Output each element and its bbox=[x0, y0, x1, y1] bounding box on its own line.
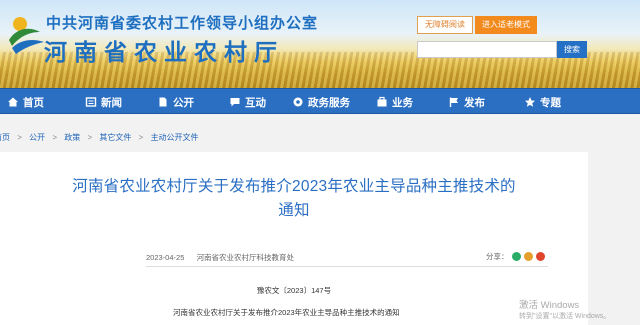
nav-label: 新闻 bbox=[101, 96, 122, 109]
nav-label: 首页 bbox=[23, 96, 44, 109]
publish-date: 2023-04-25 bbox=[146, 253, 185, 262]
article-title-line: 通知 bbox=[278, 202, 310, 219]
elder-mode-button[interactable]: 进入适老模式 bbox=[475, 16, 537, 34]
nav-label: 专题 bbox=[540, 96, 561, 109]
site-banner: 中共河南省委农村工作领导小组办公室 河南省农业农村厅 无障碍阅读 进入适老模式 … bbox=[0, 0, 640, 88]
site-title: 河南省农业农村厅 bbox=[44, 40, 284, 65]
briefcase-icon bbox=[377, 96, 387, 107]
article-meta: 2023-04-25 河南省农业农村厅科技教育处 bbox=[146, 252, 294, 263]
topic-icon bbox=[525, 97, 535, 107]
nav-item-services[interactable]: 政务服务 bbox=[292, 89, 350, 115]
nav-item-home[interactable]: 首页 bbox=[7, 89, 44, 115]
share-label: 分享： bbox=[486, 252, 509, 261]
nav-label: 发布 bbox=[464, 96, 485, 109]
nav-item-news[interactable]: 新闻 bbox=[85, 89, 122, 115]
service-icon bbox=[293, 97, 303, 107]
nav-label: 公开 bbox=[173, 96, 194, 109]
breadcrumb-public-files[interactable]: 主动公开文件 bbox=[151, 132, 199, 143]
home-icon bbox=[8, 97, 18, 107]
windows-activation-watermark: 激活 Windows 转到"设置"以激活 Windows。 bbox=[519, 300, 610, 322]
breadcrumb: 首页 > 公开 > 政策 > 其它文件 > 主动公开文件 bbox=[0, 132, 199, 143]
chat-icon bbox=[230, 98, 240, 107]
qzone-icon[interactable] bbox=[523, 252, 533, 261]
watermark-line: 激活 Windows bbox=[519, 300, 580, 311]
article-title-line: 河南省农业农村厅关于发布推介2023年农业主导品种主推技术的 bbox=[72, 178, 516, 195]
news-icon bbox=[85, 97, 97, 107]
breadcrumb-policy[interactable]: 政策 bbox=[64, 132, 80, 143]
article-body-line: 河南省农业农村厅关于发布推介2023年农业主导品种主推技术的通知 bbox=[173, 308, 400, 317]
nav-item-topics[interactable]: 专题 bbox=[524, 89, 561, 115]
main-nav: 首页 新闻 公开 互动 政务服务 业务 发布 专题 bbox=[0, 88, 640, 114]
breadcrumb-separator: > bbox=[87, 133, 93, 142]
nav-item-public[interactable]: 公开 bbox=[157, 89, 194, 115]
flag-icon bbox=[449, 97, 458, 107]
nav-item-interact[interactable]: 互动 bbox=[229, 89, 266, 115]
share-bar: 分享： bbox=[486, 251, 545, 262]
accessibility-button[interactable]: 无障碍阅读 bbox=[417, 16, 473, 34]
search-button[interactable]: 搜索 bbox=[557, 41, 587, 58]
nav-item-publish[interactable]: 发布 bbox=[448, 89, 485, 115]
breadcrumb-separator: > bbox=[17, 133, 22, 142]
breadcrumb-separator: > bbox=[138, 133, 144, 142]
nav-item-business[interactable]: 业务 bbox=[376, 89, 413, 115]
breadcrumb-separator: > bbox=[52, 133, 58, 142]
nav-label: 互动 bbox=[245, 96, 266, 109]
wechat-icon[interactable] bbox=[511, 252, 521, 261]
search-input[interactable] bbox=[417, 41, 557, 58]
document-number: 豫农文〔2023〕147号 bbox=[256, 286, 332, 295]
breadcrumb-other-files[interactable]: 其它文件 bbox=[99, 132, 131, 143]
meta-divider bbox=[146, 266, 548, 267]
nav-label: 业务 bbox=[392, 96, 413, 109]
doc-icon bbox=[159, 97, 167, 107]
watermark-line: 转到"设置"以激活 Windows。 bbox=[519, 313, 611, 320]
article-title: 河南省农业农村厅关于发布推介2023年农业主导品种主推技术的 通知 bbox=[0, 175, 588, 223]
nav-label: 政务服务 bbox=[308, 96, 350, 109]
breadcrumb-home[interactable]: 首页 bbox=[0, 132, 10, 143]
weibo-icon[interactable] bbox=[535, 252, 545, 261]
article-card: 河南省农业农村厅关于发布推介2023年农业主导品种主推技术的 通知 2023-0… bbox=[0, 152, 588, 325]
article-source: 河南省农业农村厅科技教育处 bbox=[196, 253, 295, 262]
breadcrumb-public[interactable]: 公开 bbox=[29, 132, 45, 143]
org-name: 中共河南省委农村工作领导小组办公室 bbox=[46, 16, 319, 32]
